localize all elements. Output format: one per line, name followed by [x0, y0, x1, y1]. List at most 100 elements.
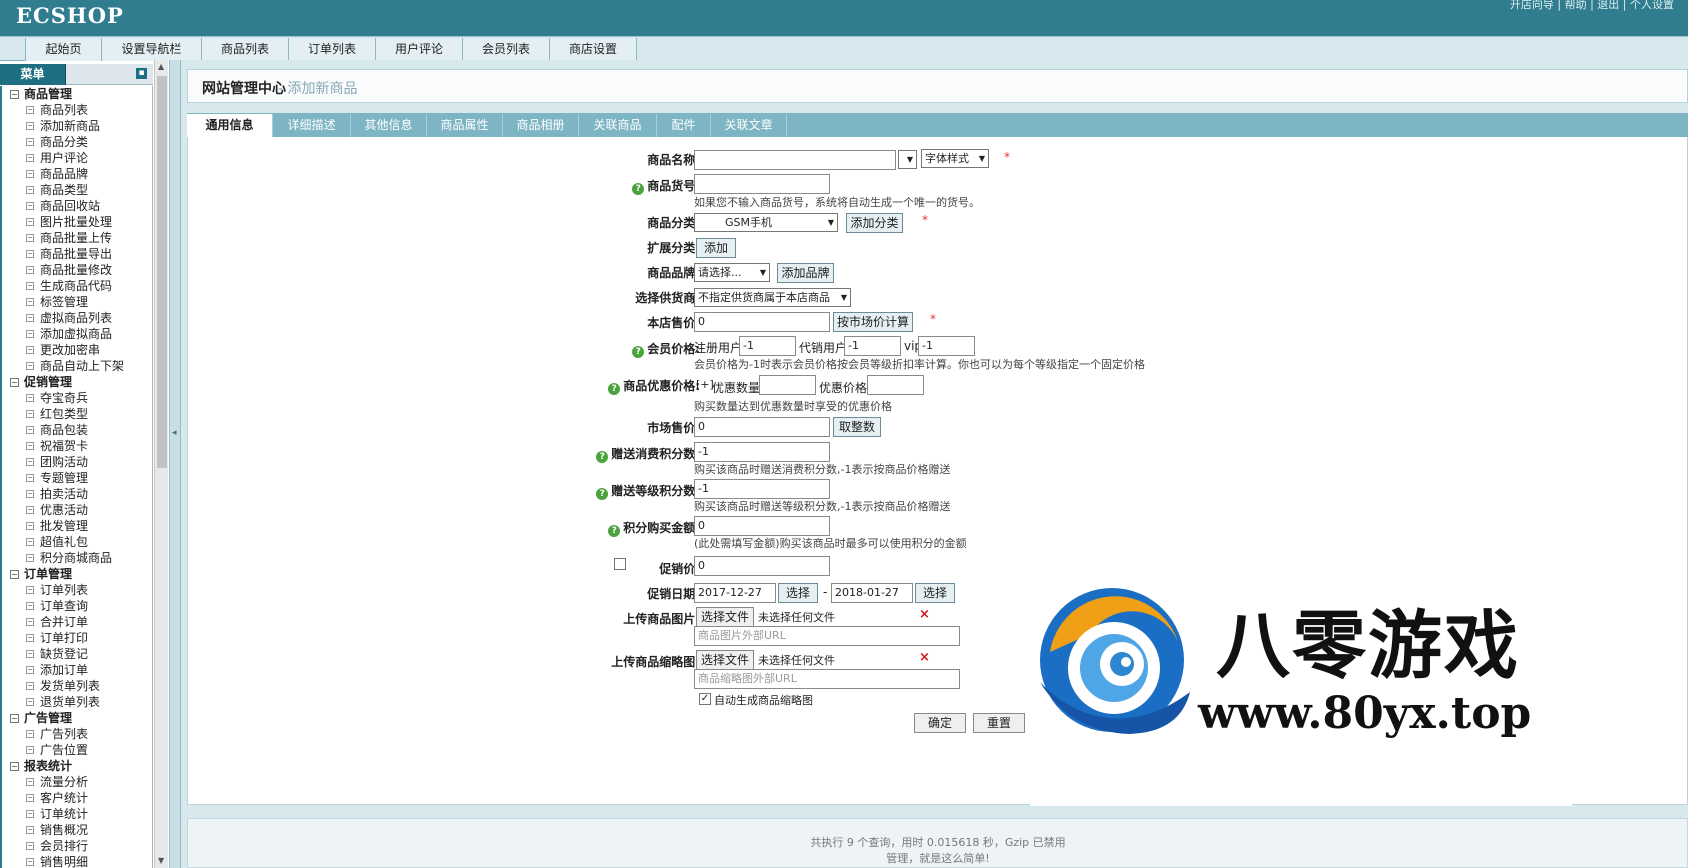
menu-item[interactable]: 更改加密串	[2, 342, 152, 358]
supplier-select[interactable]: 不指定供货商属于本店商品	[694, 288, 851, 307]
tab-linked-goods[interactable]: 关联商品	[579, 114, 657, 137]
nav-order-list[interactable]: 订单列表	[288, 38, 376, 61]
ecshop-logo[interactable]: ECSHOP	[16, 3, 124, 28]
help-icon[interactable]: ?	[632, 183, 645, 195]
font-style-select[interactable]: 字体样式	[921, 149, 989, 168]
menu-item[interactable]: 批发管理	[2, 518, 152, 534]
nav-start-page[interactable]: 起始页	[25, 38, 102, 61]
menu-item[interactable]: 商品类型	[2, 182, 152, 198]
collapse-group-icon[interactable]: −	[10, 762, 19, 771]
collapse-group-icon[interactable]: −	[10, 570, 19, 579]
reset-button[interactable]: 重置	[973, 713, 1025, 733]
scroll-down-icon[interactable]: ▼	[158, 856, 164, 865]
panel-splitter[interactable]: ◂	[169, 60, 181, 868]
menu-item[interactable]: 祝福贺卡	[2, 438, 152, 454]
menu-item[interactable]: 商品回收站	[2, 198, 152, 214]
choose-image-file-button[interactable]: 选择文件	[696, 607, 754, 627]
menu-item[interactable]: 添加虚拟商品	[2, 326, 152, 342]
give-integral-input[interactable]: -1	[694, 442, 830, 462]
remove-thumb-icon[interactable]: ×	[919, 650, 930, 665]
menu-item[interactable]: 添加新商品	[2, 118, 152, 134]
menu-item[interactable]: 商品品牌	[2, 166, 152, 182]
menu-item[interactable]: 缺货登记	[2, 646, 152, 662]
choose-thumb-file-button[interactable]: 选择文件	[696, 650, 754, 670]
collapse-arrow-icon[interactable]: ◂	[172, 428, 177, 438]
menu-item[interactable]: 广告列表	[2, 726, 152, 742]
menu-item[interactable]: 专题管理	[2, 470, 152, 486]
tab-attributes[interactable]: 商品属性	[427, 114, 503, 137]
menu-group[interactable]: − 报表统计	[2, 758, 152, 774]
round-price-button[interactable]: 取整数	[833, 417, 881, 437]
promote-checkbox[interactable]	[614, 558, 626, 570]
choose-start-date-button[interactable]: 选择	[778, 583, 818, 603]
tab-linked-articles[interactable]: 关联文章	[711, 114, 787, 137]
menu-item[interactable]: 拍卖活动	[2, 486, 152, 502]
menu-item[interactable]: 客户统计	[2, 790, 152, 806]
collapse-group-icon[interactable]: −	[10, 378, 19, 387]
rank-integral-input[interactable]: -1	[694, 479, 830, 499]
menu-group[interactable]: − 广告管理	[2, 710, 152, 726]
help-icon[interactable]: ?	[608, 525, 621, 537]
integral-input[interactable]: 0	[694, 516, 830, 536]
volume-qty-input[interactable]	[759, 375, 816, 395]
image-url-input[interactable]: 商品图片外部URL	[694, 626, 960, 646]
thumb-url-input[interactable]: 商品缩略图外部URL	[694, 669, 960, 689]
menu-item[interactable]: 流量分析	[2, 774, 152, 790]
menu-item[interactable]: 商品批量修改	[2, 262, 152, 278]
menu-item[interactable]: 会员排行	[2, 838, 152, 854]
menu-item[interactable]: 广告位置	[2, 742, 152, 758]
market-price-calc-button[interactable]: 按市场价计算	[833, 312, 913, 332]
category-select[interactable]: GSM手机	[694, 213, 838, 232]
choose-end-date-button[interactable]: 选择	[915, 583, 955, 603]
remove-image-icon[interactable]: ×	[919, 607, 930, 622]
menu-group[interactable]: − 商品管理	[2, 86, 152, 102]
scroll-up-icon[interactable]: ▲	[158, 62, 164, 71]
menu-item[interactable]: 商品自动上下架	[2, 358, 152, 374]
menu-item[interactable]: 订单列表	[2, 582, 152, 598]
add-ext-category-button[interactable]: 添加	[696, 238, 736, 258]
promote-price-input[interactable]: 0	[694, 556, 830, 576]
volume-price-input[interactable]	[867, 375, 924, 395]
promote-start-date-input[interactable]: 2017-12-27	[694, 583, 776, 603]
submit-button[interactable]: 确定	[914, 713, 966, 733]
top-links[interactable]: 开店向导 | 帮助 | 退出 | 个人设置	[1510, 0, 1674, 12]
menu-item[interactable]: 商品分类	[2, 134, 152, 150]
menu-item[interactable]: 标签管理	[2, 294, 152, 310]
menu-item[interactable]: 商品批量导出	[2, 246, 152, 262]
tab-accessories[interactable]: 配件	[657, 114, 711, 137]
nav-settings[interactable]: 设置导航栏	[101, 38, 202, 61]
menu-item[interactable]: 销售概况	[2, 822, 152, 838]
menu-tab[interactable]: 菜单	[0, 64, 66, 85]
menu-item[interactable]: 商品列表	[2, 102, 152, 118]
member-vip-price-input[interactable]: -1	[918, 336, 975, 356]
collapse-group-icon[interactable]: −	[10, 714, 19, 723]
tab-general[interactable]: 通用信息	[187, 114, 273, 137]
add-brand-button[interactable]: 添加品牌	[777, 263, 834, 283]
menu-item[interactable]: 订单查询	[2, 598, 152, 614]
nav-member-list[interactable]: 会员列表	[462, 38, 550, 61]
menu-item[interactable]: 团购活动	[2, 454, 152, 470]
menu-item[interactable]: 夺宝奇兵	[2, 390, 152, 406]
menu-item[interactable]: 积分商城商品	[2, 550, 152, 566]
collapse-icon[interactable]: ▪	[136, 68, 147, 79]
help-icon[interactable]: ?	[596, 488, 609, 500]
member-agent-price-input[interactable]: -1	[844, 336, 901, 356]
menu-item[interactable]: 生成商品代码	[2, 278, 152, 294]
menu-item[interactable]: 用户评论	[2, 150, 152, 166]
sidebar-scrollbar[interactable]: ▲ ▼	[154, 60, 168, 868]
tab-other-info[interactable]: 其他信息	[351, 114, 427, 137]
nav-goods-list[interactable]: 商品列表	[201, 38, 289, 61]
goods-sn-input[interactable]	[694, 174, 830, 194]
help-icon[interactable]: ?	[608, 383, 621, 395]
market-price-input[interactable]: 0	[694, 417, 830, 437]
collapse-group-icon[interactable]: −	[10, 90, 19, 99]
tab-gallery[interactable]: 商品相册	[503, 114, 579, 137]
menu-item[interactable]: 订单打印	[2, 630, 152, 646]
shop-price-input[interactable]: 0	[694, 312, 830, 332]
menu-item[interactable]: 商品批量上传	[2, 230, 152, 246]
menu-item[interactable]: 合并订单	[2, 614, 152, 630]
scrollbar-thumb[interactable]	[157, 76, 167, 468]
nav-user-comments[interactable]: 用户评论	[375, 38, 463, 61]
help-icon[interactable]: ?	[596, 451, 609, 463]
menu-item[interactable]: 红包类型	[2, 406, 152, 422]
